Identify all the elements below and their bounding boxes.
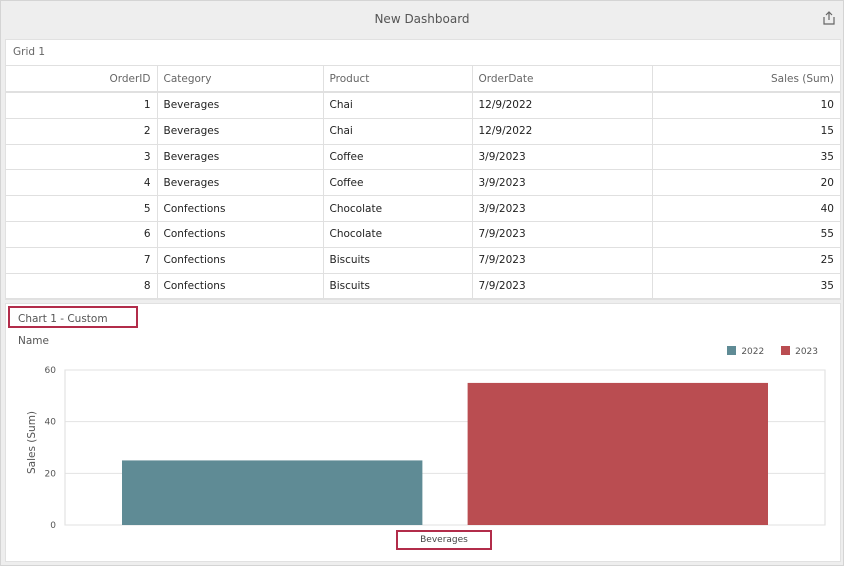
column-header-orderid[interactable]: OrderID bbox=[6, 65, 158, 93]
cell-product: Coffee bbox=[322, 143, 473, 171]
grid-panel: Grid 1 OrderID Category Product OrderDat… bbox=[5, 39, 841, 300]
cell-orderid: 7 bbox=[6, 246, 158, 274]
table-row[interactable]: 7 Confections Biscuits 7/9/2023 25 bbox=[6, 246, 840, 274]
dashboard-frame: New Dashboard Grid 1 OrderID Category Pr… bbox=[0, 0, 844, 566]
cell-sales: 10 bbox=[651, 91, 840, 119]
cell-category: Confections bbox=[156, 220, 324, 248]
cell-orderdate: 7/9/2023 bbox=[471, 246, 653, 274]
cell-orderdate: 7/9/2023 bbox=[471, 272, 653, 300]
orders-table: OrderID Category Product OrderDate Sales… bbox=[6, 65, 840, 300]
cell-orderid: 6 bbox=[6, 220, 158, 248]
cell-product: Chai bbox=[322, 117, 473, 145]
export-icon[interactable] bbox=[821, 10, 837, 26]
cell-orderid: 1 bbox=[6, 91, 158, 119]
cell-orderdate: 7/9/2023 bbox=[471, 220, 653, 248]
cell-orderid: 8 bbox=[6, 272, 158, 300]
table-row[interactable]: 3 Beverages Coffee 3/9/2023 35 bbox=[6, 143, 840, 171]
chart-panel: Chart 1 - Custom Name 2022 2023 Sales (S… bbox=[5, 303, 841, 562]
cell-category: Confections bbox=[156, 272, 324, 300]
cell-category: Beverages bbox=[156, 169, 324, 197]
cell-category: Confections bbox=[156, 246, 324, 274]
cell-sales: 35 bbox=[651, 272, 840, 300]
table-row[interactable]: 1 Beverages Chai 12/9/2022 10 bbox=[6, 91, 840, 119]
bar-2022-beverages[interactable] bbox=[122, 460, 423, 525]
column-header-sales[interactable]: Sales (Sum) bbox=[651, 65, 840, 93]
y-tick-label: 40 bbox=[45, 418, 57, 428]
cell-orderdate: 12/9/2022 bbox=[471, 117, 653, 145]
table-header-row: OrderID Category Product OrderDate Sales… bbox=[6, 65, 840, 93]
cell-category: Beverages bbox=[156, 117, 324, 145]
cell-sales: 40 bbox=[651, 195, 840, 222]
cell-product: Biscuits bbox=[322, 246, 473, 274]
cell-category: Beverages bbox=[156, 143, 324, 171]
y-tick-label: 20 bbox=[45, 469, 57, 479]
cell-product: Coffee bbox=[322, 169, 473, 197]
table-row[interactable]: 4 Beverages Coffee 3/9/2023 20 bbox=[6, 169, 840, 197]
cell-sales: 35 bbox=[651, 143, 840, 171]
cell-orderdate: 3/9/2023 bbox=[471, 195, 653, 222]
column-header-orderdate[interactable]: OrderDate bbox=[471, 65, 653, 93]
table-row[interactable]: 8 Confections Biscuits 7/9/2023 35 bbox=[6, 272, 840, 300]
cell-category: Confections bbox=[156, 195, 324, 222]
table-row[interactable]: 5 Confections Chocolate 3/9/2023 40 bbox=[6, 195, 840, 222]
cell-product: Biscuits bbox=[322, 272, 473, 300]
cell-product: Chai bbox=[322, 91, 473, 119]
cell-orderid: 3 bbox=[6, 143, 158, 171]
cell-orderid: 5 bbox=[6, 195, 158, 222]
cell-sales: 20 bbox=[651, 169, 840, 197]
x-category-label[interactable]: Beverages bbox=[396, 530, 492, 550]
table-row[interactable]: 6 Confections Chocolate 7/9/2023 55 bbox=[6, 220, 840, 248]
bar-chart: 0 20 40 60 bbox=[45, 366, 826, 531]
cell-product: Chocolate bbox=[322, 195, 473, 222]
y-tick-label: 60 bbox=[45, 366, 57, 376]
column-header-category[interactable]: Category bbox=[156, 65, 324, 93]
cell-sales: 15 bbox=[651, 117, 840, 145]
cell-orderdate: 12/9/2022 bbox=[471, 91, 653, 119]
cell-orderdate: 3/9/2023 bbox=[471, 143, 653, 171]
grid-caption: Grid 1 bbox=[13, 46, 46, 58]
dashboard-title: New Dashboard bbox=[374, 12, 470, 26]
y-tick-label: 0 bbox=[50, 521, 56, 531]
bar-2023-beverages[interactable] bbox=[467, 382, 768, 525]
table-row[interactable]: 2 Beverages Chai 12/9/2022 15 bbox=[6, 117, 840, 145]
cell-orderid: 2 bbox=[6, 117, 158, 145]
cell-orderid: 4 bbox=[6, 169, 158, 197]
column-header-product[interactable]: Product bbox=[322, 65, 473, 93]
cell-product: Chocolate bbox=[322, 220, 473, 248]
cell-sales: 55 bbox=[651, 220, 840, 248]
cell-orderdate: 3/9/2023 bbox=[471, 169, 653, 197]
cell-sales: 25 bbox=[651, 246, 840, 274]
cell-category: Beverages bbox=[156, 91, 324, 119]
